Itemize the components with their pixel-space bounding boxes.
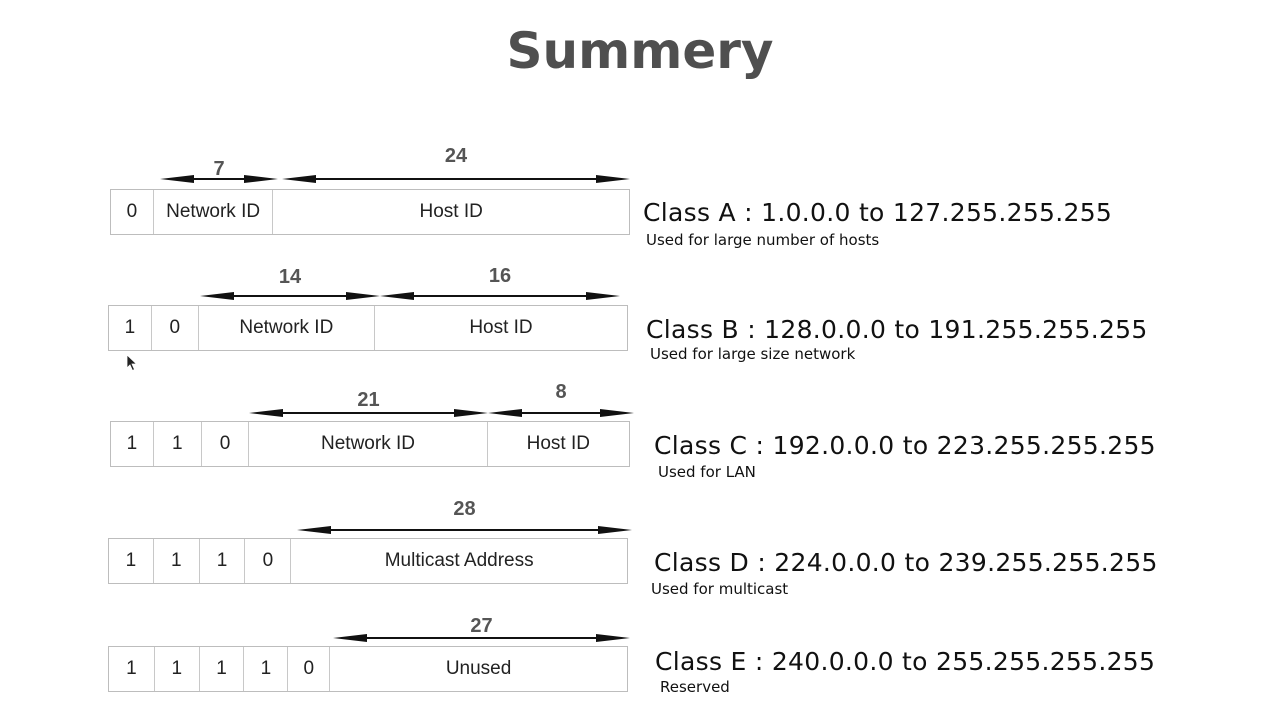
prefix-bit-cell: 1 bbox=[200, 647, 245, 691]
class-usage-text: Reserved bbox=[660, 678, 730, 696]
prefix-bit-cell: 1 bbox=[109, 647, 155, 691]
address-bit-layout: 1 1 1 1 0 Unused bbox=[108, 646, 628, 692]
double-arrow-icon bbox=[333, 634, 630, 642]
prefix-bit-cell: 1 bbox=[244, 647, 289, 691]
class-range-text: Class E : 240.0.0.0 to 255.255.255.255 bbox=[655, 647, 1156, 676]
prefix-bit-cell: 0 bbox=[288, 647, 331, 691]
unused-field: Unused bbox=[445, 658, 512, 679]
prefix-bit-cell: 1 bbox=[155, 647, 200, 691]
bit-span-arrows bbox=[333, 634, 630, 642]
mouse-pointer-icon bbox=[126, 354, 138, 372]
